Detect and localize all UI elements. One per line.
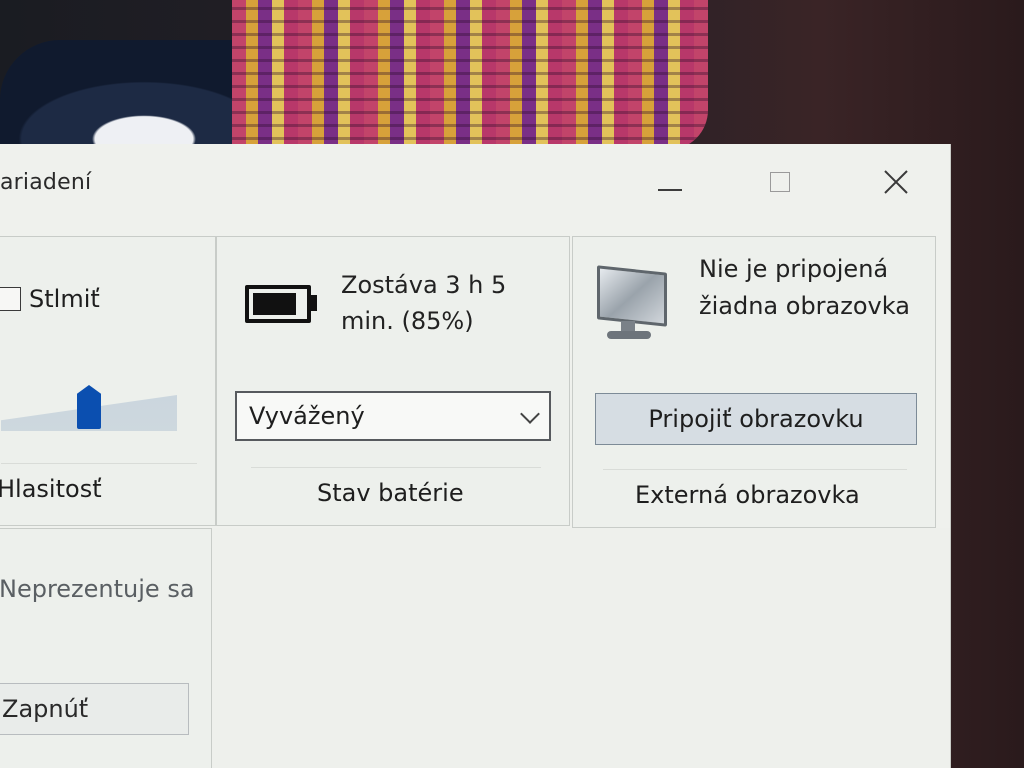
minimize-icon [658,189,682,191]
desktop-wallpaper [232,0,708,150]
display-status-text: Nie je pripojená žiadna obrazovka [699,255,910,320]
volume-tile: Stlmiť Hlasitosť [0,236,216,526]
close-icon [884,170,908,194]
presentation-tile: Neprezentuje sa Zapnúť [0,528,212,768]
divider [1,463,197,464]
minimize-button[interactable] [650,162,690,202]
battery-status-text: Zostáva 3 h 5 min. (85%) [341,271,507,335]
display-footer-label: Externá obrazovka [635,481,860,509]
maximize-icon [770,172,790,192]
divider [251,467,541,468]
chevron-down-icon [520,404,540,424]
volume-slider[interactable] [1,385,177,431]
mute-checkbox[interactable] [0,287,21,311]
power-plan-dropdown[interactable]: Vyvážený [235,391,551,441]
presentation-on-button[interactable]: Zapnúť [0,683,189,735]
monitor-icon [595,263,667,343]
window-title: ariadení [0,170,92,195]
divider [603,469,907,470]
battery-icon-terminal [311,295,317,311]
battery-tile: Zostáva 3 h 5 min. (85%) Vyvážený Stav b… [216,236,570,526]
battery-icon [245,285,311,323]
power-plan-selected: Vyvážený [249,402,365,430]
battery-level-fill [253,293,296,315]
mute-checkbox-row[interactable]: Stlmiť [0,285,100,313]
empty-tile-area [212,528,950,768]
mobility-center-window: ariadení Stlmiť Hlasitosť Zostáva 3 h 5 … [0,144,951,768]
battery-footer-label: Stav batérie [317,479,464,507]
external-display-tile: Nie je pripojená žiadna obrazovka Pripoj… [572,236,936,528]
close-button[interactable] [876,162,916,202]
volume-slider-thumb[interactable] [77,385,101,429]
presentation-status-text: Neprezentuje sa [0,575,195,603]
connect-display-button[interactable]: Pripojiť obrazovku [595,393,917,445]
volume-footer-label: Hlasitosť [0,475,102,503]
maximize-button[interactable] [760,162,800,202]
title-bar: ariadení [0,144,950,224]
mute-label: Stlmiť [29,285,100,313]
